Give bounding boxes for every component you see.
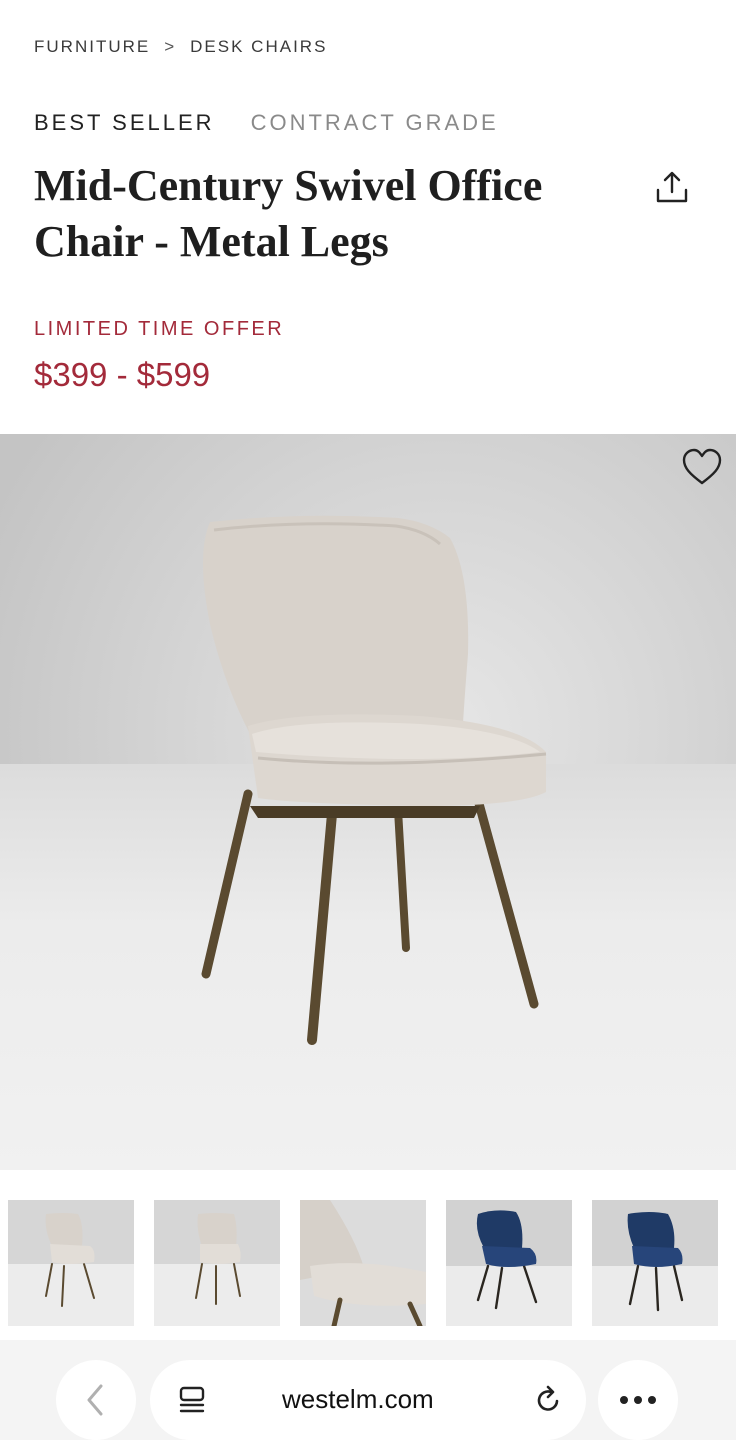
url-text: westelm.com: [282, 1384, 434, 1414]
limited-time-offer-label: LIMITED TIME OFFER: [34, 318, 285, 340]
back-button[interactable]: [56, 1360, 136, 1440]
reload-icon[interactable]: [532, 1384, 564, 1416]
chevron-left-icon: [87, 1384, 103, 1416]
product-title: Mid-Century Swivel Office Chair - Metal …: [34, 158, 594, 270]
thumbnail-1[interactable]: [8, 1200, 134, 1326]
thumbnail-strip: [0, 1190, 736, 1332]
contract-grade-badge: CONTRACT GRADE: [250, 110, 499, 135]
best-seller-badge: BEST SELLER: [34, 110, 215, 135]
thumbnail-2[interactable]: [154, 1200, 280, 1326]
chair-cream-closeup-thumbnail-icon: [300, 1200, 426, 1326]
product-title-line1: Mid-Century Swivel Office: [34, 161, 543, 210]
product-title-line2: Chair - Metal Legs: [34, 217, 389, 266]
chair-cream-thumbnail-icon: [8, 1200, 134, 1326]
breadcrumb-furniture[interactable]: FURNITURE: [34, 37, 150, 57]
chair-cream-side-thumbnail-icon: [154, 1200, 280, 1326]
browser-toolbar: westelm.com: [0, 1340, 736, 1440]
thumbnail-3[interactable]: [300, 1200, 426, 1326]
price-range: $399 - $599: [34, 356, 211, 393]
product-badges: BEST SELLER CONTRACT GRADE: [34, 110, 499, 136]
share-icon[interactable]: [652, 168, 692, 208]
breadcrumb-separator: >: [164, 37, 177, 56]
chair-blue-thumbnail-icon: [446, 1200, 572, 1326]
chair-blue-alt-thumbnail-icon: [592, 1200, 718, 1326]
chair-illustration: [201, 515, 547, 1045]
thumbnail-4[interactable]: [446, 1200, 572, 1326]
favorite-heart-icon[interactable]: [680, 446, 724, 490]
thumbnail-5[interactable]: [592, 1200, 718, 1326]
address-bar[interactable]: westelm.com: [150, 1360, 586, 1440]
breadcrumb-desk-chairs[interactable]: DESK CHAIRS: [190, 37, 327, 57]
reader-mode-icon[interactable]: [176, 1384, 208, 1416]
product-hero-image[interactable]: [0, 434, 736, 1170]
more-options-button[interactable]: [598, 1360, 678, 1440]
ellipsis-icon: [620, 1396, 656, 1404]
breadcrumb: FURNITURE > DESK CHAIRS: [34, 37, 327, 57]
